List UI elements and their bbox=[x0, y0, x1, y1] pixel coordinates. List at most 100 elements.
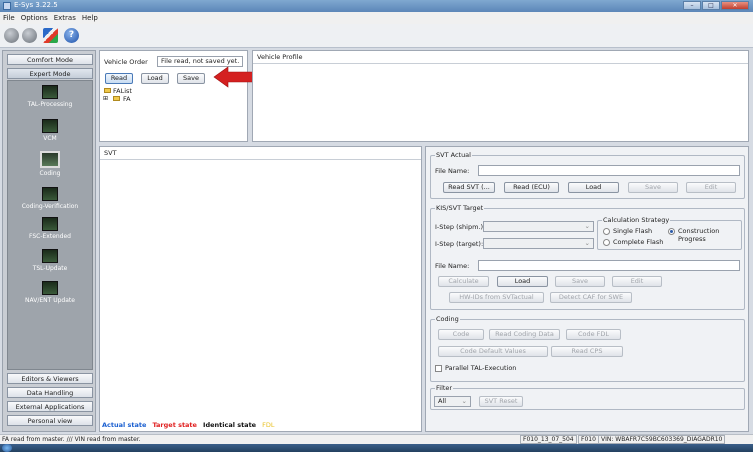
minimize-button[interactable]: – bbox=[683, 1, 701, 10]
coding-verification-icon bbox=[42, 187, 58, 201]
calc-strategy-label: Calculation Strategy bbox=[602, 216, 671, 224]
menu-file[interactable]: File bbox=[3, 14, 15, 22]
mode-label: Coding-Verification bbox=[21, 203, 79, 210]
svt-actual-file-name-input[interactable] bbox=[478, 165, 740, 176]
menu-extras[interactable]: Extras bbox=[54, 14, 76, 22]
svt-actual-edit-button[interactable]: Edit bbox=[686, 182, 736, 193]
kis-edit-button[interactable]: Edit bbox=[612, 276, 662, 287]
app-icon bbox=[3, 2, 11, 10]
load-button[interactable]: Load bbox=[141, 73, 169, 84]
hw-ids-button[interactable]: HW-IDs from SVTactual bbox=[449, 292, 544, 303]
svt-actual-save-button[interactable]: Save bbox=[628, 182, 678, 193]
close-button[interactable]: ✕ bbox=[721, 1, 749, 10]
vehicle-order-label: Vehicle Order bbox=[104, 58, 148, 66]
folder-icon bbox=[113, 96, 120, 101]
tsl-update-icon bbox=[42, 249, 58, 263]
data-handling-button[interactable]: Data Handling bbox=[7, 387, 93, 398]
mode-label: FSC-Extended bbox=[28, 233, 71, 240]
filter-select[interactable]: All ⌄ bbox=[434, 396, 471, 407]
menu-options[interactable]: Options bbox=[21, 14, 48, 22]
coding-icon bbox=[40, 151, 60, 168]
filter-group: Filter All ⌄ SVT Reset bbox=[430, 384, 745, 410]
kis-file-name-label: File Name: bbox=[435, 262, 470, 270]
maximize-button[interactable]: □ bbox=[702, 1, 720, 10]
svt-actual-group: SVT Actual File Name: Read SVT (... Read… bbox=[430, 151, 745, 199]
vehicle-profile-label: Vehicle Profile bbox=[257, 53, 303, 61]
read-coding-data-button[interactable]: Read Coding Data bbox=[489, 329, 560, 340]
expert-mode-button[interactable]: Expert Mode bbox=[7, 68, 93, 79]
mode-fsc-extended[interactable]: FSC-Extended bbox=[8, 217, 92, 240]
toolbar: ? bbox=[0, 24, 753, 48]
istep-shipm-select[interactable]: ⌄ bbox=[483, 221, 594, 232]
code-default-values-button[interactable]: Code Default Values bbox=[438, 346, 548, 357]
kis-load-button[interactable]: Load bbox=[497, 276, 548, 287]
tal-processing-icon bbox=[42, 85, 58, 99]
read-svt-button[interactable]: Read SVT (... bbox=[443, 182, 495, 193]
complete-flash-label: Complete Flash bbox=[613, 238, 664, 246]
menu-bar: File Options Extras Help bbox=[0, 12, 753, 24]
disconnect-icon[interactable] bbox=[22, 28, 37, 43]
menu-help[interactable]: Help bbox=[82, 14, 98, 22]
detect-caf-button[interactable]: Detect CAF for SWE bbox=[550, 292, 632, 303]
chevron-down-icon: ⌄ bbox=[584, 222, 590, 230]
code-button[interactable]: Code bbox=[438, 329, 484, 340]
svt-actual-label: SVT Actual bbox=[435, 151, 472, 159]
tree-falist[interactable]: FAList bbox=[113, 87, 132, 95]
kis-target-label: KIS/SVT Target bbox=[435, 204, 485, 212]
save-button[interactable]: Save bbox=[177, 73, 205, 84]
tree-expand-icon[interactable]: ⊞ bbox=[103, 95, 108, 102]
tree-fa[interactable]: FA bbox=[123, 95, 131, 103]
code-fdl-button[interactable]: Code FDL bbox=[566, 329, 621, 340]
chevron-down-icon: ⌄ bbox=[584, 239, 590, 247]
editors-viewers-button[interactable]: Editors & Viewers bbox=[7, 373, 93, 384]
complete-flash-radio[interactable] bbox=[603, 239, 610, 246]
read-button[interactable]: Read bbox=[105, 73, 133, 84]
mode-tsl-update[interactable]: TSL-Update bbox=[8, 249, 92, 272]
status-bar: FA read from master. /// VIN read from m… bbox=[0, 434, 753, 444]
mode-coding[interactable]: Coding bbox=[8, 151, 92, 177]
construction-progress-label: Construction Progress bbox=[678, 227, 720, 243]
window-title: E-Sys 3.22.5 bbox=[14, 1, 58, 9]
calc-strategy-group: Calculation Strategy Single Flash Constr… bbox=[597, 216, 742, 250]
parallel-tal-checkbox[interactable] bbox=[435, 365, 442, 372]
kis-file-name-input[interactable] bbox=[478, 260, 740, 271]
filter-label: Filter bbox=[435, 384, 454, 392]
tools-icon[interactable] bbox=[43, 28, 58, 43]
kis-save-button[interactable]: Save bbox=[555, 276, 605, 287]
status-message: FA read from master. /// VIN read from m… bbox=[2, 436, 141, 443]
comfort-mode-button[interactable]: Comfort Mode bbox=[7, 54, 93, 65]
istep-target-label: I-Step (target): bbox=[435, 240, 484, 248]
svt-reset-button[interactable]: SVT Reset bbox=[479, 396, 523, 407]
mode-tal-processing[interactable]: TAL-Processing bbox=[8, 85, 92, 108]
svt-legend: Actual state Target state Identical stat… bbox=[102, 421, 279, 429]
read-cps-button[interactable]: Read CPS bbox=[551, 346, 623, 357]
vehicle-profile-panel: Vehicle Profile bbox=[252, 50, 749, 142]
istep-target-select[interactable]: ⌄ bbox=[483, 238, 594, 249]
construction-progress-radio[interactable] bbox=[668, 228, 675, 235]
single-flash-radio[interactable] bbox=[603, 228, 610, 235]
parallel-tal-label: Parallel TAL-Execution bbox=[445, 364, 517, 372]
mode-vcm[interactable]: VCM bbox=[8, 119, 92, 142]
status-vin: VIN: WBAFR7C59BC603369_DIAGADR10 bbox=[598, 435, 726, 444]
help-icon[interactable]: ? bbox=[64, 28, 79, 43]
start-icon[interactable] bbox=[2, 444, 12, 452]
read-ecu-button[interactable]: Read (ECU) bbox=[504, 182, 559, 193]
right-control-panel: SVT Actual File Name: Read SVT (... Read… bbox=[425, 146, 749, 432]
mode-coding-verification[interactable]: Coding-Verification bbox=[8, 187, 92, 210]
mode-nav-ent-update[interactable]: NAV/ENT Update bbox=[8, 281, 92, 304]
coding-label: Coding bbox=[435, 315, 460, 323]
svt-panel: SVT Actual state Target state Identical … bbox=[99, 146, 422, 432]
svt-actual-file-name-label: File Name: bbox=[435, 167, 470, 175]
external-applications-button[interactable]: External Applications bbox=[7, 401, 93, 412]
taskbar bbox=[0, 444, 753, 452]
calculate-button[interactable]: Calculate bbox=[438, 276, 489, 287]
svt-label: SVT bbox=[104, 149, 117, 157]
expert-mode-list: TAL-Processing VCM Coding Coding-Verific… bbox=[7, 80, 93, 370]
personal-view-button[interactable]: Personal view bbox=[7, 415, 93, 426]
svt-actual-load-button[interactable]: Load bbox=[568, 182, 619, 193]
mode-label: TAL-Processing bbox=[27, 101, 73, 108]
coding-group: Coding Code Read Coding Data Code FDL Co… bbox=[430, 315, 745, 382]
legend-target: Target state bbox=[152, 421, 197, 429]
mode-label: TSL-Update bbox=[32, 265, 68, 272]
connect-icon[interactable] bbox=[4, 28, 19, 43]
